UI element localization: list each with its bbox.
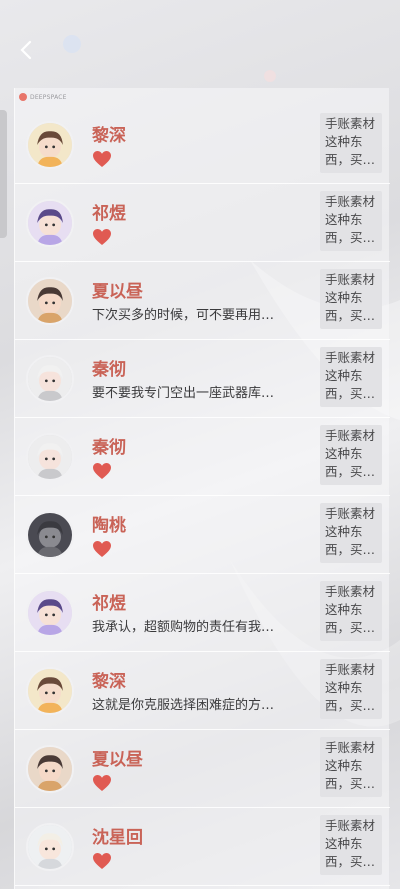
contact-name: 秦彻 bbox=[92, 438, 126, 458]
post-thumbnail[interactable]: 手账素材 这种东 西，买… bbox=[320, 425, 382, 485]
avatar-illustration bbox=[28, 435, 72, 479]
avatar-illustration bbox=[28, 591, 72, 635]
contact-name: 祁煜 bbox=[92, 204, 126, 224]
thumbnail-text-line-2: 这种东 bbox=[325, 602, 363, 617]
thumbnail-text-line-1: 手账素材 bbox=[325, 350, 376, 365]
post-thumbnail[interactable]: 手账素材 这种东 西，买… bbox=[320, 347, 382, 407]
thumbnail-text-line-3: 西，买… bbox=[325, 386, 376, 401]
list-item[interactable]: 祁煜 我承认，超额购物的责任有我… 手账素材 这种东 西，买… bbox=[15, 574, 390, 652]
chevron-left-icon bbox=[20, 40, 32, 60]
message-panel: DEEPSPACE 黎深 手账素材 这种东 西，买… 祁煜 手账素材 这种东 西… bbox=[14, 88, 390, 889]
post-thumbnail[interactable]: 手账素材 这种东 西，买… bbox=[320, 269, 382, 329]
contact-name: 祁煜 bbox=[92, 594, 126, 614]
post-thumbnail[interactable]: 手账素材 这种东 西，买… bbox=[320, 581, 382, 641]
thumbnail-text-line-3: 西，买… bbox=[325, 854, 376, 869]
list-item[interactable]: 秦彻 手账素材 这种东 西，买… bbox=[15, 418, 390, 496]
avatar-illustration bbox=[28, 123, 72, 167]
heart-icon bbox=[93, 775, 111, 791]
thumbnail-text-line-2: 这种东 bbox=[325, 446, 363, 461]
thumbnail-text-line-2: 这种东 bbox=[325, 368, 363, 383]
message-preview: 要不要我专门空出一座武器库… bbox=[92, 386, 275, 401]
list-item[interactable]: 秦彻 要不要我专门空出一座武器库… 手账素材 这种东 西，买… bbox=[15, 340, 390, 418]
thumbnail-text-line-3: 西，买… bbox=[325, 464, 376, 479]
thumbnail-text-line-3: 西，买… bbox=[325, 620, 376, 635]
heart-icon bbox=[93, 229, 111, 245]
back-button[interactable] bbox=[14, 38, 38, 62]
thumbnail-text-line-1: 手账素材 bbox=[325, 662, 376, 677]
thumbnail-text-line-3: 西，买… bbox=[325, 308, 376, 323]
post-thumbnail[interactable]: 手账素材 这种东 西，买… bbox=[320, 815, 382, 875]
thumbnail-text-line-3: 西，买… bbox=[325, 152, 376, 167]
contact-name: 夏以昼 bbox=[92, 282, 143, 302]
heart-icon bbox=[93, 151, 111, 167]
contact-name: 夏以昼 bbox=[92, 750, 143, 770]
message-list: 黎深 手账素材 这种东 西，买… 祁煜 手账素材 这种东 西，买… 夏以昼 下次… bbox=[15, 106, 390, 886]
avatar-illustration bbox=[28, 513, 72, 557]
avatar-illustration bbox=[28, 201, 72, 245]
contact-name: 黎深 bbox=[92, 672, 126, 692]
thumbnail-text-line-3: 西，买… bbox=[325, 542, 376, 557]
list-item[interactable]: 沈星回 手账素材 这种东 西，买… bbox=[15, 808, 390, 886]
panel-header: DEEPSPACE bbox=[15, 88, 389, 106]
message-preview: 下次买多的时候，可不要再用… bbox=[92, 308, 275, 323]
contact-name: 黎深 bbox=[92, 126, 126, 146]
heart-icon bbox=[93, 853, 111, 869]
avatar[interactable] bbox=[26, 277, 74, 325]
thumbnail-text-line-1: 手账素材 bbox=[325, 818, 376, 833]
brand-dot-icon bbox=[19, 93, 27, 101]
list-item[interactable]: 祁煜 手账素材 这种东 西，买… bbox=[15, 184, 390, 262]
post-thumbnail[interactable]: 手账素材 这种东 西，买… bbox=[320, 113, 382, 173]
side-scroll-handle[interactable] bbox=[0, 110, 7, 238]
list-item[interactable]: 黎深 这就是你克服选择困难症的方… 手账素材 这种东 西，买… bbox=[15, 652, 390, 730]
thumbnail-text-line-2: 这种东 bbox=[325, 680, 363, 695]
avatar-illustration bbox=[28, 357, 72, 401]
avatar[interactable] bbox=[26, 121, 74, 169]
brand-label: DEEPSPACE bbox=[30, 93, 67, 101]
avatar[interactable] bbox=[26, 511, 74, 559]
list-item[interactable]: 黎深 手账素材 这种东 西，买… bbox=[15, 106, 390, 184]
avatar[interactable] bbox=[26, 433, 74, 481]
avatar[interactable] bbox=[26, 355, 74, 403]
thumbnail-text-line-1: 手账素材 bbox=[325, 740, 376, 755]
thumbnail-text-line-3: 西，买… bbox=[325, 776, 376, 791]
thumbnail-text-line-1: 手账素材 bbox=[325, 428, 376, 443]
thumbnail-text-line-2: 这种东 bbox=[325, 290, 363, 305]
contact-name: 秦彻 bbox=[92, 360, 126, 380]
thumbnail-text-line-2: 这种东 bbox=[325, 212, 363, 227]
thumbnail-text-line-1: 手账素材 bbox=[325, 584, 376, 599]
thumbnail-text-line-2: 这种东 bbox=[325, 758, 363, 773]
post-thumbnail[interactable]: 手账素材 这种东 西，买… bbox=[320, 503, 382, 563]
thumbnail-text-line-3: 西，买… bbox=[325, 230, 376, 245]
thumbnail-text-line-1: 手账素材 bbox=[325, 506, 376, 521]
thumbnail-text-line-1: 手账素材 bbox=[325, 272, 376, 287]
message-preview: 我承认，超额购物的责任有我… bbox=[92, 620, 275, 635]
avatar[interactable] bbox=[26, 667, 74, 715]
avatar-illustration bbox=[28, 669, 72, 713]
avatar[interactable] bbox=[26, 823, 74, 871]
list-item[interactable]: 陶桃 手账素材 这种东 西，买… bbox=[15, 496, 390, 574]
thumbnail-text-line-1: 手账素材 bbox=[325, 194, 376, 209]
thumbnail-text-line-3: 西，买… bbox=[325, 698, 376, 713]
message-preview: 这就是你克服选择困难症的方… bbox=[92, 698, 275, 713]
thumbnail-text-line-1: 手账素材 bbox=[325, 116, 376, 131]
avatar-illustration bbox=[28, 747, 72, 791]
thumbnail-text-line-2: 这种东 bbox=[325, 134, 363, 149]
contact-name: 陶桃 bbox=[92, 516, 126, 536]
post-thumbnail[interactable]: 手账素材 这种东 西，买… bbox=[320, 191, 382, 251]
list-item[interactable]: 夏以昼 下次买多的时候，可不要再用… 手账素材 这种东 西，买… bbox=[15, 262, 390, 340]
avatar-illustration bbox=[28, 825, 72, 869]
heart-icon bbox=[93, 541, 111, 557]
heart-icon bbox=[93, 463, 111, 479]
avatar[interactable] bbox=[26, 199, 74, 247]
thumbnail-text-line-2: 这种东 bbox=[325, 836, 363, 851]
avatar[interactable] bbox=[26, 745, 74, 793]
avatar[interactable] bbox=[26, 589, 74, 637]
post-thumbnail[interactable]: 手账素材 这种东 西，买… bbox=[320, 659, 382, 719]
list-item[interactable]: 夏以昼 手账素材 这种东 西，买… bbox=[15, 730, 390, 808]
brand-logo: DEEPSPACE bbox=[19, 93, 67, 101]
post-thumbnail[interactable]: 手账素材 这种东 西，买… bbox=[320, 737, 382, 797]
thumbnail-text-line-2: 这种东 bbox=[325, 524, 363, 539]
contact-name: 沈星回 bbox=[92, 828, 143, 848]
avatar-illustration bbox=[28, 279, 72, 323]
